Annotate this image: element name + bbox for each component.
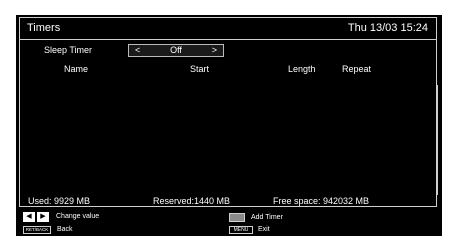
scrollbar[interactable] <box>436 85 438 195</box>
sleep-timer-value: Off <box>170 45 182 55</box>
left-arrow-key-icon: ◀ <box>23 212 35 222</box>
column-header-length: Length <box>288 64 316 74</box>
title-divider <box>20 39 436 40</box>
sleep-timer-label: Sleep Timer <box>44 45 93 55</box>
sleep-timer-selector[interactable]: < Off > <box>128 44 224 57</box>
timers-panel: Timers Thu 13/03 15:24 Sleep Timer < Off… <box>19 17 438 207</box>
chevron-right-icon[interactable]: > <box>212 45 217 56</box>
change-value-hint: Change value <box>56 213 100 220</box>
back-hint: Back <box>57 226 73 233</box>
exit-hint: Exit <box>258 226 270 233</box>
column-header-name: Name <box>64 64 89 74</box>
used-space: Used: 9929 MB <box>28 196 91 206</box>
datetime: Thu 13/03 15:24 <box>347 22 428 34</box>
column-header-start: Start <box>190 64 210 74</box>
free-space: Free space: 942032 MB <box>273 196 370 206</box>
ret-back-key-icon: RET/BACK <box>23 226 51 234</box>
add-timer-hint: Add Timer <box>251 214 283 221</box>
menu-key-icon: MENU <box>229 226 253 234</box>
timers-screen: Timers Thu 13/03 15:24 Sleep Timer < Off… <box>16 15 442 236</box>
page-title: Timers <box>27 22 61 34</box>
left-right-keys: ◀ ▶ <box>23 212 49 222</box>
grey-key-icon <box>229 213 245 222</box>
right-arrow-key-icon: ▶ <box>37 212 49 222</box>
reserved-space: Reserved:1440 MB <box>153 196 231 206</box>
column-header-repeat: Repeat <box>342 64 372 74</box>
